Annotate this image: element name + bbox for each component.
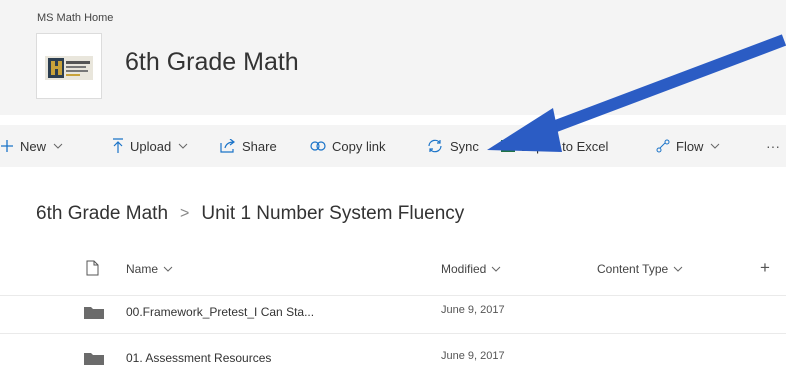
annotation-arrow xyxy=(487,34,786,152)
